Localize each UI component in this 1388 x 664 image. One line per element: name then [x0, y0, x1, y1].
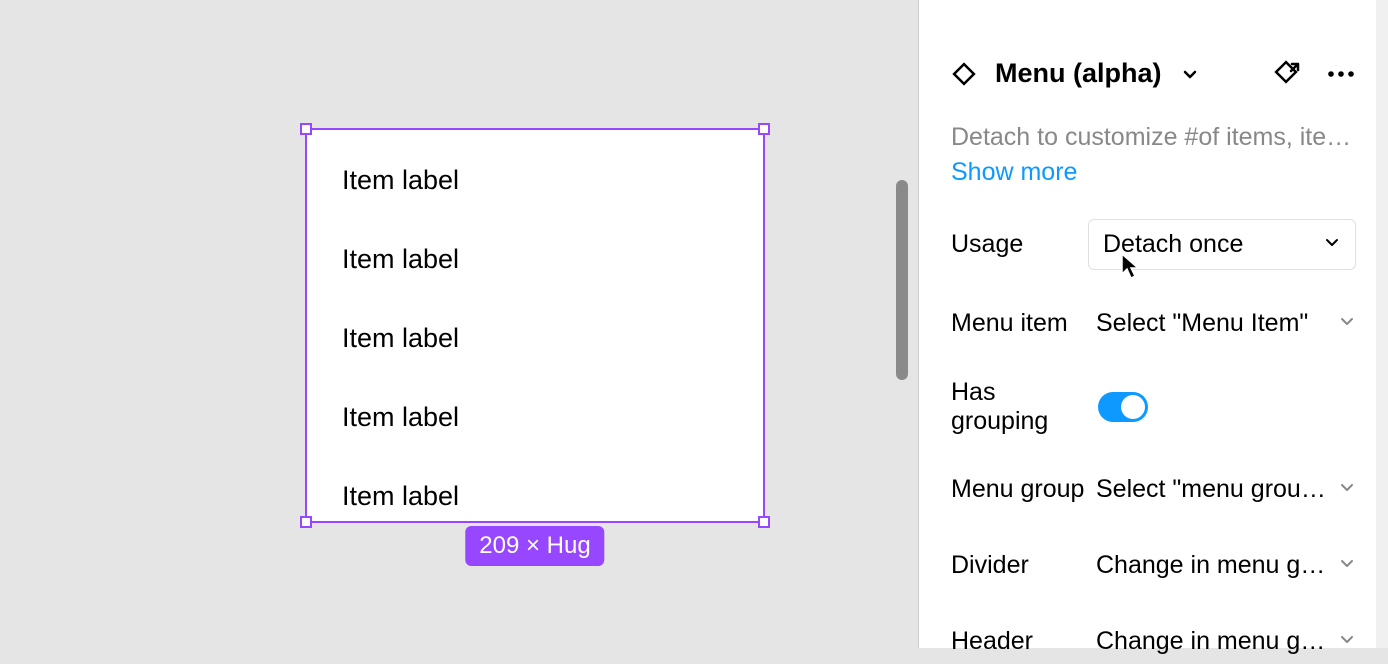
property-value: Select "menu grou…	[1096, 475, 1328, 504]
resize-handle-bottom-right[interactable]	[758, 516, 770, 528]
property-label: Menu item	[951, 309, 1068, 338]
property-row-header: Header Change in menu g…	[951, 620, 1356, 664]
selected-component-frame[interactable]: Item label Item label Item label Item la…	[305, 128, 765, 523]
show-more-link[interactable]: Show more	[951, 158, 1356, 187]
component-description: Detach to customize #of items, item …	[951, 121, 1356, 154]
property-label: Header	[951, 627, 1033, 656]
menu-item-select[interactable]: Select "Menu Item"	[1096, 309, 1356, 338]
resize-handle-bottom-left[interactable]	[300, 516, 312, 528]
canvas-area[interactable]: Item label Item label Item label Item la…	[0, 0, 918, 648]
panel-scrollbar-track[interactable]	[1376, 0, 1388, 648]
property-row-has-grouping: Has grouping	[951, 378, 1356, 436]
property-row-usage: Usage Detach once	[951, 219, 1356, 270]
chevron-down-icon	[1323, 233, 1341, 256]
menu-item: Item label	[342, 402, 728, 433]
canvas-scrollbar[interactable]	[896, 180, 908, 380]
resize-handle-top-right[interactable]	[758, 123, 770, 135]
go-to-main-component-icon[interactable]	[1274, 60, 1302, 88]
menu-item: Item label	[342, 481, 728, 512]
resize-handle-top-left[interactable]	[300, 123, 312, 135]
divider-select[interactable]: Change in menu g…	[1096, 551, 1356, 580]
component-icon	[951, 61, 977, 87]
property-row-menu-item: Menu item Select "Menu Item"	[951, 302, 1356, 346]
component-header: Menu (alpha)	[951, 58, 1356, 89]
chevron-down-icon	[1338, 554, 1356, 577]
menu-group-select[interactable]: Select "menu grou…	[1096, 475, 1356, 504]
menu-item: Item label	[342, 244, 728, 275]
chevron-down-icon	[1338, 312, 1356, 335]
property-value: Change in menu g…	[1096, 551, 1328, 580]
chevron-down-icon[interactable]	[1180, 64, 1200, 84]
more-options-icon[interactable]	[1326, 69, 1356, 79]
chevron-down-icon	[1338, 478, 1356, 501]
property-label: Usage	[951, 230, 1023, 259]
property-value: Change in menu g…	[1096, 627, 1328, 656]
property-label: Menu group	[951, 475, 1084, 504]
menu-items-container: Item label Item label Item label Item la…	[307, 130, 763, 547]
property-label: Has grouping	[951, 378, 1098, 436]
cursor-icon	[1120, 252, 1142, 285]
properties-panel: Menu (alpha)	[918, 0, 1388, 648]
toggle-knob	[1121, 395, 1145, 419]
property-label: Divider	[951, 551, 1029, 580]
menu-item: Item label	[342, 165, 728, 196]
component-name[interactable]: Menu (alpha)	[995, 58, 1162, 89]
has-grouping-toggle[interactable]	[1098, 392, 1148, 422]
property-row-menu-group: Menu group Select "menu grou…	[951, 468, 1356, 512]
dimensions-badge: 209 × Hug	[465, 526, 604, 566]
chevron-down-icon	[1338, 630, 1356, 653]
property-value: Select "Menu Item"	[1096, 309, 1328, 338]
property-row-divider: Divider Change in menu g…	[951, 544, 1356, 588]
header-select[interactable]: Change in menu g…	[1096, 627, 1356, 656]
menu-item: Item label	[342, 323, 728, 354]
